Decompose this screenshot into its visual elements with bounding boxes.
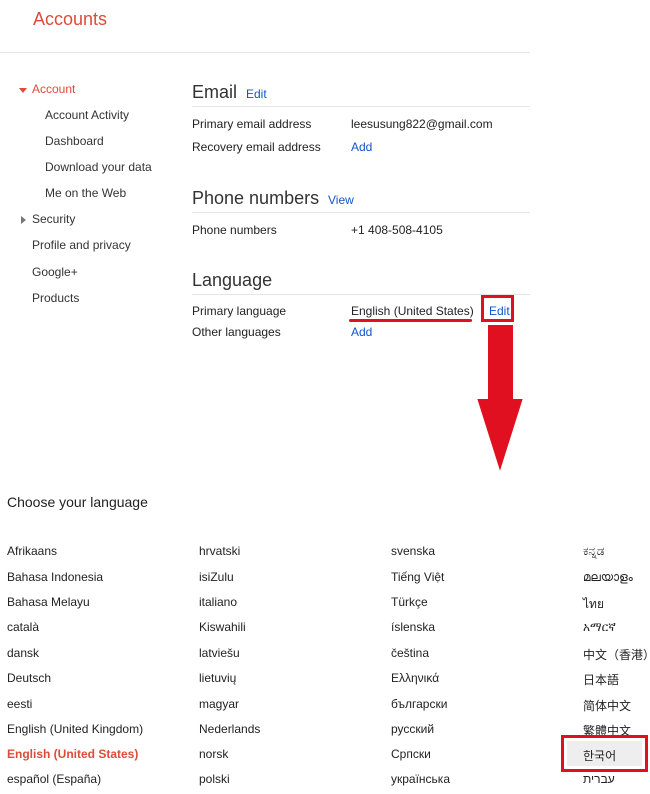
language-option[interactable]: Bahasa Melayu — [7, 595, 90, 609]
language-option[interactable]: Nederlands — [199, 722, 260, 736]
language-option-selected[interactable]: English (United States) — [7, 747, 138, 761]
language-option[interactable]: 中文（香港） — [583, 646, 650, 663]
language-option[interactable]: Türkçe — [391, 595, 428, 609]
language-option[interactable]: magyar — [199, 697, 239, 711]
primary-email-label: Primary email address — [192, 117, 312, 131]
language-option[interactable]: svenska — [391, 544, 435, 558]
language-option[interactable]: русский — [391, 722, 434, 736]
language-option[interactable]: English (United Kingdom) — [7, 722, 143, 736]
language-option[interactable]: latviešu — [199, 646, 240, 660]
language-option[interactable]: български — [391, 697, 447, 711]
language-option[interactable]: čeština — [391, 646, 429, 660]
primary-email-value: leesusung822@gmail.com — [351, 117, 493, 131]
language-option[interactable]: dansk — [7, 646, 39, 660]
email-divider — [192, 106, 530, 107]
sidebar-item-dashboard[interactable]: Dashboard — [45, 134, 104, 148]
language-option[interactable]: norsk — [199, 747, 228, 761]
language-option[interactable]: українська — [391, 772, 450, 786]
other-languages-add-link[interactable]: Add — [351, 325, 372, 339]
language-option[interactable]: Bahasa Indonesia — [7, 570, 103, 584]
sidebar-item-me-on-web[interactable]: Me on the Web — [45, 186, 126, 200]
sidebar-item-account[interactable]: Account — [32, 82, 75, 96]
language-section-title: Language — [192, 270, 273, 290]
language-option[interactable]: ಕನ್ನಡ — [583, 544, 604, 559]
recovery-email-label: Recovery email address — [192, 140, 321, 154]
primary-language-label: Primary language — [192, 304, 287, 318]
primary-language-value: English (United States) — [351, 304, 474, 318]
phone-view-link[interactable]: View — [328, 193, 354, 207]
annotation-arrow-icon — [474, 323, 526, 478]
language-option[interactable]: አማርኛ — [583, 620, 616, 635]
collapsed-caret-icon — [21, 216, 26, 224]
sidebar-item-products[interactable]: Products — [32, 291, 79, 305]
annotation-underline — [349, 319, 472, 322]
language-option[interactable]: 日本語 — [583, 671, 619, 688]
sidebar-item-download-data[interactable]: Download your data — [45, 160, 152, 174]
other-languages-label: Other languages — [192, 325, 281, 339]
language-option[interactable]: català — [7, 620, 39, 634]
language-option[interactable]: polski — [199, 772, 230, 786]
choose-language-title: Choose your language — [7, 494, 148, 510]
language-option[interactable]: íslenska — [391, 620, 435, 634]
language-option[interactable]: ไทย — [583, 595, 604, 614]
language-option[interactable]: español (España) — [7, 772, 101, 786]
language-option[interactable]: Kiswahili — [199, 620, 246, 634]
language-divider — [192, 294, 530, 295]
email-section-title: Email — [192, 82, 238, 102]
sidebar-item-profile-privacy[interactable]: Profile and privacy — [32, 238, 131, 252]
language-option[interactable]: italiano — [199, 595, 237, 609]
language-option[interactable]: Afrikaans — [7, 544, 57, 558]
language-option[interactable]: עברית — [583, 772, 615, 786]
sidebar-item-security[interactable]: Security — [32, 212, 75, 226]
language-option[interactable]: മലയാളം — [583, 570, 633, 585]
annotation-edit-box — [481, 295, 514, 322]
language-option[interactable]: Deutsch — [7, 671, 51, 685]
phone-section-title: Phone numbers — [192, 188, 320, 208]
language-option[interactable]: hrvatski — [199, 544, 240, 558]
language-option[interactable]: lietuvių — [199, 671, 236, 685]
expanded-caret-icon — [19, 88, 27, 93]
sidebar-item-account-activity[interactable]: Account Activity — [45, 108, 129, 122]
header-divider — [0, 52, 530, 53]
language-option[interactable]: isiZulu — [199, 570, 234, 584]
phone-value: +1 408-508-4105 — [351, 223, 443, 237]
recovery-email-add-link[interactable]: Add — [351, 140, 372, 154]
language-option[interactable]: eesti — [7, 697, 32, 711]
annotation-korean-box — [561, 735, 648, 772]
language-option[interactable]: 简体中文 — [583, 697, 631, 714]
language-option[interactable]: Tiếng Việt — [391, 570, 444, 584]
phone-label: Phone numbers — [192, 223, 277, 237]
phone-divider — [192, 212, 530, 213]
app-title: Accounts — [33, 9, 108, 29]
sidebar-item-google-plus[interactable]: Google+ — [32, 265, 78, 279]
language-option[interactable]: Ελληνικά — [391, 671, 439, 685]
language-option[interactable]: Српски — [391, 747, 431, 761]
email-edit-link[interactable]: Edit — [246, 87, 267, 101]
